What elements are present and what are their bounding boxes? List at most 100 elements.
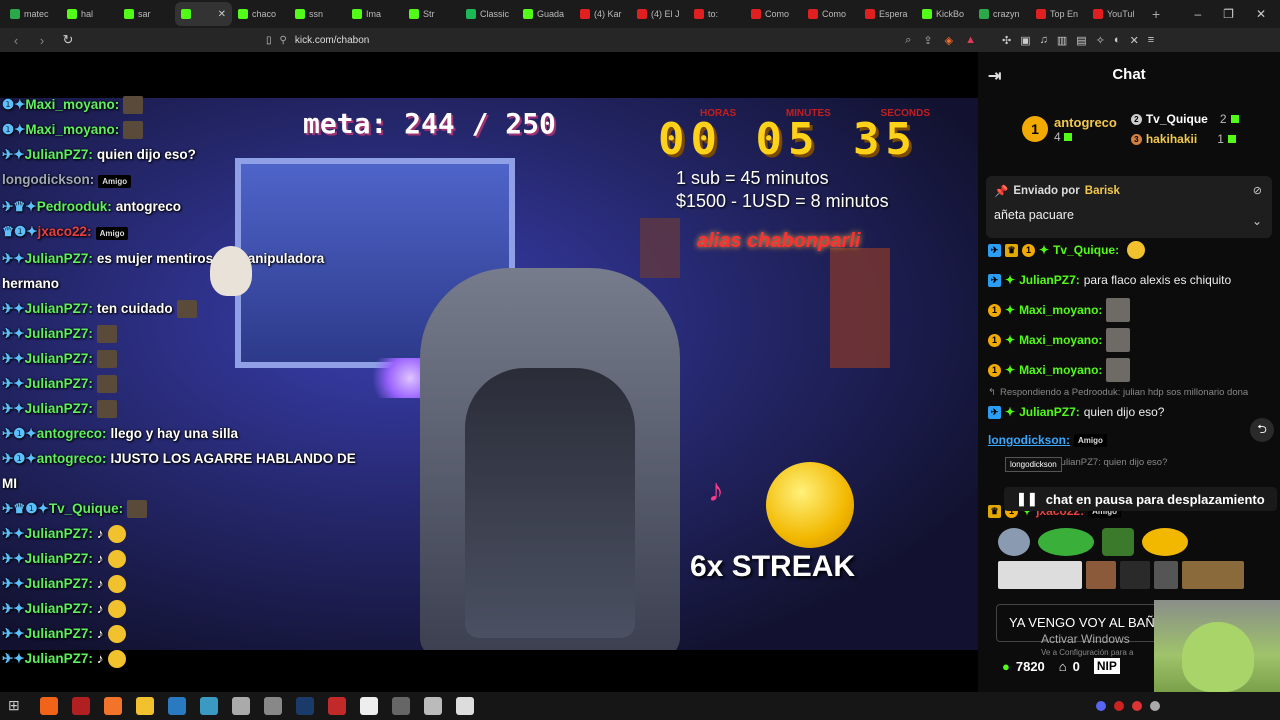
- share-icon[interactable]: ⇪: [923, 34, 932, 47]
- browser-tab[interactable]: matec: [4, 2, 61, 26]
- firefox-icon[interactable]: [104, 697, 122, 715]
- close-tab-icon[interactable]: ✕: [218, 9, 226, 20]
- browser-tab[interactable]: Como: [745, 2, 802, 26]
- media-icon[interactable]: ♫: [1040, 34, 1048, 47]
- browser-tab[interactable]: Classic: [460, 2, 517, 26]
- browser-tab[interactable]: (4) Kar: [574, 2, 631, 26]
- browser-tab[interactable]: sar: [118, 2, 175, 26]
- chat-username[interactable]: JulianPZ7:: [1019, 405, 1080, 419]
- chat-emote: [1038, 528, 1094, 556]
- close-extension-icon[interactable]: ✕: [1130, 34, 1139, 47]
- minimize-button[interactable]: –: [1194, 7, 1201, 21]
- tray-icon[interactable]: [1132, 701, 1142, 711]
- hide-pinned-icon[interactable]: ⊘: [1253, 184, 1262, 197]
- browser-tab[interactable]: Guada: [517, 2, 574, 26]
- sub-badge-icon: 1: [988, 303, 1001, 317]
- steam-icon[interactable]: [296, 697, 314, 715]
- tab-favicon-icon: [865, 9, 875, 19]
- browser-tab[interactable]: Str: [403, 2, 460, 26]
- browser-tab[interactable]: Como: [802, 2, 859, 26]
- overlay-message: IJUSTO LOS AGARRE HABLANDO DE: [110, 451, 356, 466]
- browser-tab[interactable]: YouTul: [1087, 2, 1144, 26]
- pinned-message[interactable]: 📌 Enviado por Barisk añeta pacuare ⊘ ⌄: [986, 176, 1272, 238]
- pinned-sender[interactable]: Barisk: [1085, 185, 1120, 197]
- app-icon[interactable]: [392, 697, 410, 715]
- leaderboard-first[interactable]: 1 antogreco 4: [1022, 115, 1117, 144]
- reload-icon[interactable]: ↻: [60, 32, 76, 48]
- url-text[interactable]: kick.com/chabon: [295, 35, 369, 46]
- screenshot-icon[interactable]: ▣: [1020, 34, 1030, 47]
- tab-favicon-icon: [523, 9, 533, 19]
- leo-icon[interactable]: ✧: [1096, 34, 1105, 47]
- browser-tab[interactable]: to:: [688, 2, 745, 26]
- app-icon[interactable]: [456, 697, 474, 715]
- app-icon[interactable]: [424, 697, 442, 715]
- zoom-icon[interactable]: ⌕: [905, 34, 911, 47]
- tab-favicon-icon: [580, 9, 590, 19]
- app-icon[interactable]: [200, 697, 218, 715]
- tab-title: matec: [24, 9, 49, 19]
- browser-tab[interactable]: Espera: [859, 2, 916, 26]
- video-player[interactable]: ❶✦Maxi_moyano: ❶✦Maxi_moyano: ✈✦JulianPZ7:…: [0, 52, 978, 692]
- url-field[interactable]: ▯ ⚲ kick.com/chabon ⌕ ⇪ ◈ ▲: [266, 34, 976, 47]
- start-icon[interactable]: ⊞: [8, 697, 26, 715]
- app-icon[interactable]: [72, 697, 90, 715]
- browser-tab[interactable]: hal: [61, 2, 118, 26]
- overlay-chat-line: longodickson: Amigo: [2, 167, 382, 194]
- overlay-badges: ✈✦: [2, 526, 25, 541]
- bookmark-icon[interactable]: ▯: [266, 35, 272, 46]
- site-info-icon[interactable]: ⚲: [280, 35, 287, 46]
- browser-tab[interactable]: Top En: [1030, 2, 1087, 26]
- browser-tab[interactable]: chaco: [232, 2, 289, 26]
- store-balance[interactable]: ⌂ 0: [1059, 659, 1080, 674]
- new-tab-button[interactable]: +: [1144, 6, 1168, 22]
- scroll-to-reply-icon[interactable]: ⮌: [1250, 418, 1274, 442]
- menu-icon[interactable]: ≡: [1148, 34, 1154, 47]
- collapse-chat-icon[interactable]: ⇥: [988, 66, 1001, 86]
- chat-username[interactable]: Tv_Quique:: [1053, 243, 1119, 257]
- app-icon[interactable]: [328, 697, 346, 715]
- chat-tag: Amigo: [1074, 433, 1107, 447]
- chat-username[interactable]: Maxi_moyano:: [1019, 333, 1102, 347]
- chat-username[interactable]: longodickson:: [988, 433, 1070, 447]
- folder-icon[interactable]: [136, 697, 154, 715]
- tab-favicon-icon: [295, 9, 305, 19]
- browser-tab[interactable]: ssn: [289, 2, 346, 26]
- overlay-emote: [107, 625, 126, 644]
- brave-rewards-icon[interactable]: ▲: [965, 34, 976, 47]
- sidebar-icon[interactable]: ▥: [1057, 34, 1067, 47]
- back-icon[interactable]: ‹: [8, 33, 24, 48]
- browser-tab[interactable]: KickBo: [916, 2, 973, 26]
- browser-tab[interactable]: Ima: [346, 2, 403, 26]
- tray-icon[interactable]: [1114, 701, 1124, 711]
- extension-puzzle-icon[interactable]: ✣: [1002, 34, 1011, 47]
- leaderboard-third[interactable]: 3 hakihakii 1: [1130, 132, 1239, 146]
- chevron-down-icon[interactable]: ⌄: [1252, 214, 1262, 228]
- calculator-icon[interactable]: [168, 697, 186, 715]
- chat-username[interactable]: JulianPZ7:: [1019, 273, 1080, 287]
- pinned-header: 📌 Enviado por Barisk: [994, 184, 1264, 198]
- chat-username[interactable]: Maxi_moyano:: [1019, 303, 1102, 317]
- tray-icon[interactable]: [1150, 701, 1160, 711]
- browser-tab[interactable]: (4) El J: [631, 2, 688, 26]
- vpn-icon[interactable]: ◐: [1114, 34, 1121, 47]
- forward-icon[interactable]: ›: [34, 33, 50, 48]
- overlay-message: antogreco: [115, 199, 182, 214]
- close-window-button[interactable]: ✕: [1256, 7, 1266, 21]
- file-icon[interactable]: [360, 697, 378, 715]
- chat-paused-button[interactable]: ❚❚ chat en pausa para desplazamiento: [1004, 487, 1277, 511]
- browser-tab[interactable]: ✕: [175, 2, 232, 26]
- discord-tray-icon[interactable]: [1096, 701, 1106, 711]
- leaderboard-second[interactable]: 2 Tv_Quique 2: [1130, 112, 1239, 126]
- chat-username[interactable]: Maxi_moyano:: [1019, 363, 1102, 377]
- app-icon[interactable]: [232, 697, 250, 715]
- alias-text: alias chabonparli: [697, 230, 861, 252]
- brave-icon[interactable]: [40, 697, 58, 715]
- wallet-icon[interactable]: ▤: [1076, 34, 1086, 47]
- brave-shield-icon[interactable]: ◈: [945, 34, 953, 47]
- reply-context[interactable]: ↰ Respondiendo a Pedrooduk: julian hdp s…: [988, 385, 1274, 399]
- app-icon[interactable]: [264, 697, 282, 715]
- kicks-balance[interactable]: ● 7820: [1002, 659, 1045, 674]
- maximize-button[interactable]: ❐: [1223, 7, 1234, 21]
- browser-tab[interactable]: crazyn: [973, 2, 1030, 26]
